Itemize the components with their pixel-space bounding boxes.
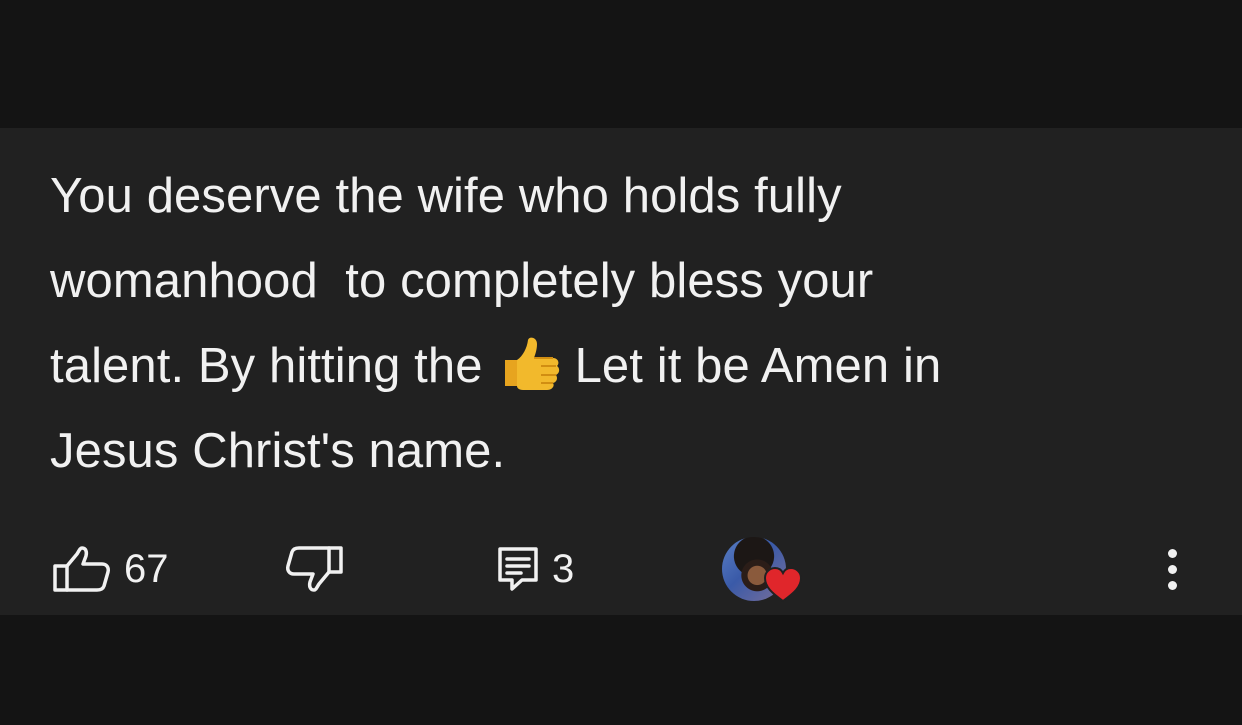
more-vertical-icon-dot	[1167, 580, 1177, 590]
heart-icon	[763, 566, 803, 603]
creator-hearted-badge	[722, 537, 812, 607]
thumbs-up-emoji-icon	[497, 332, 561, 390]
like-button[interactable]: 67	[52, 534, 169, 604]
comment-reply-icon	[498, 547, 538, 591]
comment-line-2: womanhood to completely bless your	[50, 254, 874, 308]
comment-line-1: You deserve the wife who holds fully	[50, 169, 842, 223]
more-options-button[interactable]	[1152, 534, 1192, 604]
more-vertical-icon-dot	[1167, 564, 1177, 574]
comment-line-3-start: talent. By hitting the	[50, 339, 483, 393]
comment-card: You deserve the wife who holds fully wom…	[0, 128, 1242, 615]
comment-text: You deserve the wife who holds fully wom…	[50, 154, 1170, 494]
like-count: 67	[124, 546, 169, 591]
thumbs-up-icon	[53, 546, 110, 592]
comment-action-bar: 67 3	[0, 534, 1242, 604]
dislike-button[interactable]	[284, 534, 344, 604]
page: You deserve the wife who holds fully wom…	[0, 0, 1242, 725]
thumbs-down-icon	[286, 546, 343, 592]
reply-button[interactable]: 3	[496, 534, 574, 604]
comment-line-4: Jesus Christ's name.	[50, 424, 506, 478]
comment-line-3-end: Let it be Amen in	[574, 339, 942, 393]
reply-count: 3	[552, 546, 575, 591]
more-vertical-icon-dot	[1167, 548, 1177, 558]
